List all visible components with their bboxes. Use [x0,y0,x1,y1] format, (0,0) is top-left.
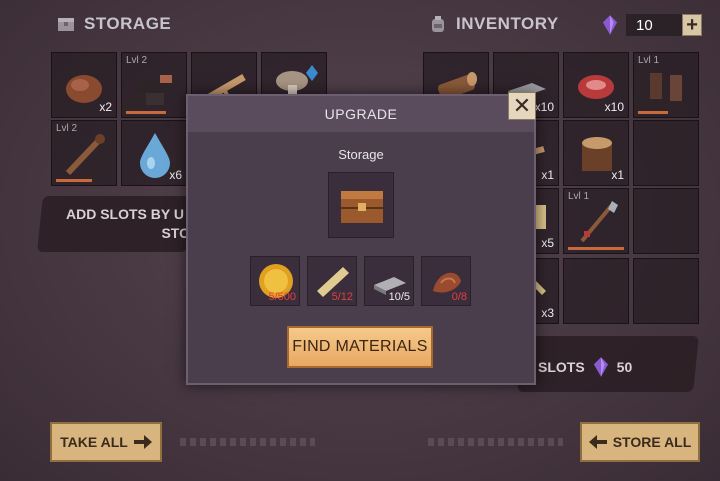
inventory-title: INVENTORY [456,14,559,33]
upgrade-target-slot [328,172,394,238]
storage-slot[interactable]: x2 [51,52,117,118]
crystal-icon [593,357,608,377]
material-need: 10/5 [388,291,410,303]
storage-slot[interactable]: Lvl 2 [121,52,187,118]
slot-quantity: x6 [169,168,182,182]
backpack-icon [432,16,444,32]
inventory-slot[interactable]: x1 [563,120,629,186]
slots-label: SLOTS [538,359,585,375]
material-slot[interactable]: 5/12 [307,256,357,306]
divider-dots-left [180,438,315,446]
game-screen: STORAGE INVENTORY 10 + x2 Lvl 2 Lvl 2 x6… [0,0,720,481]
add-slots-text: ADD SLOTS BY U STO [60,205,190,243]
inventory-header: INVENTORY [428,14,559,34]
anvil-icon [138,75,172,105]
spear-icon [580,201,618,243]
storage-slot[interactable]: Lvl 2 [51,120,117,186]
inventory-slot[interactable]: Lvl 1 [563,188,629,254]
store-all-label: STORE ALL [612,434,692,450]
durability-bar [638,111,668,114]
inventory-slot[interactable] [633,188,699,254]
store-all-button[interactable]: STORE ALL [580,422,700,462]
slots-cost-value: 50 [616,359,633,375]
upgrade-target-name: Storage [338,147,384,162]
crystal-count: 10 [626,14,683,36]
take-all-label: TAKE ALL [60,434,128,450]
durability-bar [56,179,92,182]
material-slot[interactable]: 10/5 [364,256,414,306]
inventory-slot[interactable] [563,258,629,324]
inventory-slot[interactable]: x10 [563,52,629,118]
close-button[interactable]: ✕ [508,92,536,120]
material-need: 5/12 [331,291,353,303]
chest-icon [58,18,74,31]
add-slots-line-2: STO [161,225,190,241]
club-icon [65,134,105,176]
find-materials-button[interactable]: FIND MATERIALS [287,326,433,368]
chest-icon [341,191,383,223]
crystal-counter: 10 + [602,12,702,38]
storage-slot[interactable]: x6 [121,120,187,186]
modal-header: UPGRADE [188,96,534,132]
inventory-slot[interactable] [633,258,699,324]
add-slots-line-1: ADD SLOTS BY U [66,206,184,222]
modal-title: UPGRADE [324,106,398,122]
slot-quantity: x10 [604,100,624,114]
slot-quantity: x3 [541,306,554,320]
slot-quantity: x1 [611,168,624,182]
inventory-slot[interactable] [633,120,699,186]
take-all-button[interactable]: TAKE ALL [50,422,162,462]
slot-quantity: x10 [534,100,554,114]
arrow-left-icon [588,435,607,449]
divider-dots-right [428,438,563,446]
slot-quantity: x1 [541,168,554,182]
boots-icon [650,73,682,101]
material-slot[interactable]: 0/8 [421,256,471,306]
storage-header: STORAGE [56,14,171,34]
storage-title: STORAGE [84,14,172,33]
buy-slots[interactable]: SLOTS 50 [538,356,632,378]
arrow-right-icon [133,435,152,449]
add-crystals-button[interactable]: + [682,14,702,36]
slot-quantity: x2 [99,100,112,114]
durability-bar [568,247,624,250]
inventory-slot[interactable]: Lvl 1 [633,52,699,118]
durability-bar [126,111,166,114]
material-need: 5/500 [268,291,296,303]
material-need: 0/8 [451,291,467,303]
material-slot[interactable]: 5/500 [250,256,300,306]
slot-quantity: x5 [541,236,554,250]
crystal-icon [602,15,618,35]
